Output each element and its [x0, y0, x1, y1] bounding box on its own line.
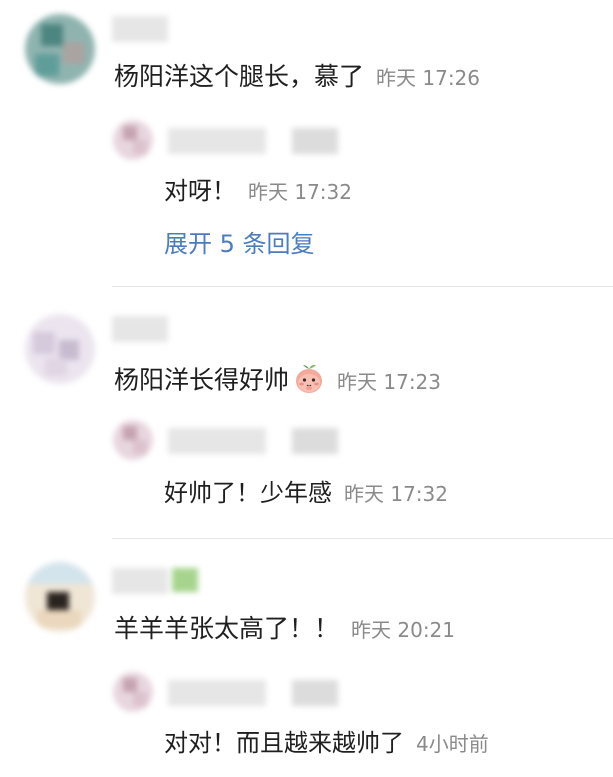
- avatar[interactable]: [25, 562, 95, 632]
- reply-1[interactable]: 对呀！ 昨天 17:32: [164, 176, 352, 207]
- reply-target-username[interactable]: [292, 680, 338, 706]
- timestamp: 4小时前: [416, 732, 489, 756]
- reply-text: 对呀！: [164, 177, 236, 205]
- reply-avatar[interactable]: [113, 120, 153, 160]
- reply-2[interactable]: 好帅了！少年感 昨天 17:32: [164, 478, 448, 509]
- divider: [112, 286, 613, 287]
- username[interactable]: [112, 16, 168, 42]
- divider: [112, 538, 613, 539]
- comment-3[interactable]: 羊羊羊张太高了！！ 昨天 20:21: [114, 614, 455, 645]
- comment-1[interactable]: 杨阳洋这个腿长，慕了 昨天 17:26: [114, 62, 480, 93]
- comment-text: 杨阳洋长得好帅: [114, 365, 290, 395]
- peach-emoji-icon: [293, 362, 325, 401]
- comment-2[interactable]: 杨阳洋长得好帅 昨天 17:23: [114, 362, 441, 401]
- timestamp: 昨天 17:32: [344, 482, 448, 506]
- timestamp: 昨天 17:23: [337, 369, 442, 394]
- timestamp: 昨天 20:21: [351, 618, 456, 642]
- timestamp: 昨天 17:26: [376, 66, 481, 90]
- comment-text: 杨阳洋这个腿长，慕了: [114, 62, 365, 91]
- reply-username[interactable]: [168, 680, 266, 706]
- expand-replies-link[interactable]: 展开 5 条回复: [164, 224, 315, 259]
- reply-username[interactable]: [168, 128, 266, 154]
- reply-text: 对对！而且越来越帅了: [164, 729, 404, 757]
- reply-3[interactable]: 对对！而且越来越帅了 4小时前: [164, 728, 489, 759]
- reply-text: 好帅了！少年感: [164, 479, 332, 507]
- username[interactable]: [112, 316, 168, 342]
- reply-target-username[interactable]: [292, 128, 338, 154]
- reply-avatar[interactable]: [113, 420, 153, 460]
- timestamp: 昨天 17:32: [248, 180, 352, 204]
- avatar[interactable]: [25, 14, 95, 84]
- comment-text: 羊羊羊张太高了！！: [114, 614, 340, 643]
- reply-target-username[interactable]: [292, 428, 338, 454]
- user-badge: [172, 568, 198, 592]
- reply-avatar[interactable]: [113, 672, 153, 712]
- username[interactable]: [112, 568, 168, 594]
- reply-username[interactable]: [168, 428, 266, 454]
- avatar[interactable]: [25, 314, 95, 384]
